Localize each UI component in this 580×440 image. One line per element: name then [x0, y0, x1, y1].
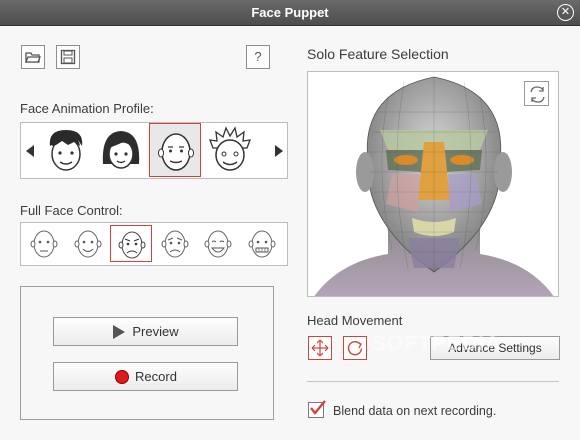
full-face-option-4[interactable] — [154, 225, 196, 262]
divider — [307, 381, 559, 382]
blend-checkbox[interactable] — [308, 400, 326, 418]
arrow-right-icon — [275, 145, 283, 157]
play-icon — [113, 324, 126, 339]
record-panel: Preview Record — [20, 286, 274, 420]
window-title: Face Puppet — [251, 5, 329, 20]
head-model-view[interactable] — [307, 71, 559, 297]
profile-boy[interactable] — [40, 123, 92, 177]
save-button[interactable] — [56, 45, 80, 69]
bald-avatar-icon — [158, 133, 194, 171]
save-icon — [60, 49, 76, 65]
rotate-head-button[interactable] — [343, 336, 367, 360]
full-face-label: Full Face Control: — [20, 203, 123, 218]
close-button[interactable]: ✕ — [557, 4, 574, 21]
open-folder-button[interactable] — [21, 45, 45, 69]
close-icon: ✕ — [560, 6, 571, 18]
neutral-face-icon — [30, 230, 58, 258]
record-label: Record — [135, 369, 177, 384]
profile-prev-button[interactable] — [22, 123, 38, 179]
head-mesh-image — [314, 76, 554, 296]
folder-icon — [25, 52, 41, 63]
girl-avatar-icon — [102, 131, 140, 169]
preview-label: Preview — [132, 324, 179, 339]
full-face-option-3[interactable] — [110, 225, 152, 262]
record-dot-icon — [115, 369, 130, 384]
full-face-option-6[interactable] — [241, 225, 283, 262]
rotate-icon — [347, 340, 363, 356]
full-face-option-1[interactable] — [23, 225, 65, 262]
move-head-button[interactable] — [308, 336, 332, 360]
head-movement-label: Head Movement — [307, 313, 403, 328]
profile-next-button[interactable] — [271, 123, 287, 179]
full-face-option-2[interactable] — [67, 225, 109, 262]
swap-view-button[interactable] — [524, 81, 549, 106]
profile-label: Face Animation Profile: — [20, 101, 154, 116]
profile-strip — [20, 122, 288, 179]
grimace-face-icon — [248, 230, 276, 258]
boy-avatar-icon — [49, 130, 83, 171]
full-face-option-5[interactable] — [197, 225, 239, 262]
title-bar: Face Puppet ✕ — [0, 0, 580, 26]
angry-face-icon — [118, 231, 146, 259]
spiky-avatar-icon — [209, 126, 251, 171]
checkmark-icon — [310, 400, 326, 415]
softpedia-watermark: SOFTPEDIA — [372, 332, 502, 355]
profile-girl[interactable] — [95, 123, 147, 177]
record-button[interactable]: Record — [53, 362, 238, 391]
full-face-strip — [20, 222, 288, 266]
preview-button[interactable]: Preview — [53, 317, 238, 346]
arrow-left-icon — [26, 145, 34, 157]
smile-face-icon — [74, 230, 102, 258]
profile-spiky[interactable] — [204, 123, 256, 177]
refresh-swap-icon — [530, 86, 545, 103]
happy-face-icon — [204, 230, 232, 258]
move-arrows-icon — [311, 339, 329, 357]
face-puppet-window: Face Puppet ✕ ? Face Animation Profile: — [0, 0, 580, 440]
help-button[interactable]: ? — [246, 45, 270, 69]
profile-bald[interactable] — [149, 123, 201, 177]
sad-face-icon — [161, 230, 189, 258]
blend-label: Blend data on next recording. — [333, 404, 497, 418]
solo-label: Solo Feature Selection — [307, 46, 449, 62]
